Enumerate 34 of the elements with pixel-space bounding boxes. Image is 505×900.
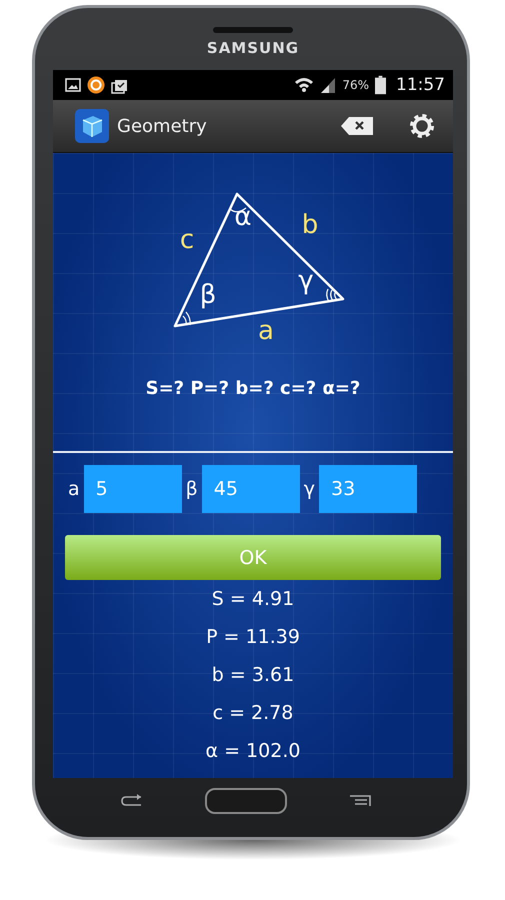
input-field[interactable]: 45 xyxy=(202,465,300,513)
diagram-label: γ xyxy=(298,266,314,296)
result-text: α = 102.0 xyxy=(206,739,300,764)
diagram-label: c xyxy=(180,225,194,255)
result-text: b = 3.61 xyxy=(212,663,294,688)
app-title: Geometry xyxy=(117,116,207,136)
diagram-label: α xyxy=(234,202,252,232)
input-label: γ xyxy=(304,478,316,500)
image-icon xyxy=(65,77,81,93)
diagram-label: b xyxy=(302,210,318,240)
input-label: a xyxy=(68,478,80,500)
input-field[interactable]: 5 xyxy=(84,465,182,513)
ok-button[interactable]: OK xyxy=(65,535,441,580)
result-text: c = 2.78 xyxy=(212,701,294,726)
settings-icon[interactable] xyxy=(409,113,435,139)
diagram-label: β xyxy=(200,280,216,310)
circle-app-icon xyxy=(87,76,105,94)
result-text: P = 11.39 xyxy=(206,625,300,650)
brand-text: SAMSUNG xyxy=(206,39,300,57)
back-key-icon[interactable] xyxy=(121,794,143,808)
clock-time: 11:57 xyxy=(396,75,445,95)
backspace-icon[interactable] xyxy=(341,117,373,135)
cube-icon[interactable] xyxy=(75,109,109,143)
signal-icon xyxy=(320,77,336,93)
diagram-label: a xyxy=(258,316,274,346)
battery-icon xyxy=(375,75,386,95)
question-text: S=? P=? b=? c=? α=? xyxy=(146,378,360,399)
input-field[interactable]: 33 xyxy=(319,465,418,513)
input-label: β xyxy=(186,478,198,500)
menu-key-icon[interactable] xyxy=(349,794,371,806)
wifi-icon xyxy=(294,76,314,94)
battery-percent: 76% xyxy=(342,78,369,92)
home-button[interactable] xyxy=(205,788,287,814)
result-text: S = 4.91 xyxy=(212,587,294,612)
